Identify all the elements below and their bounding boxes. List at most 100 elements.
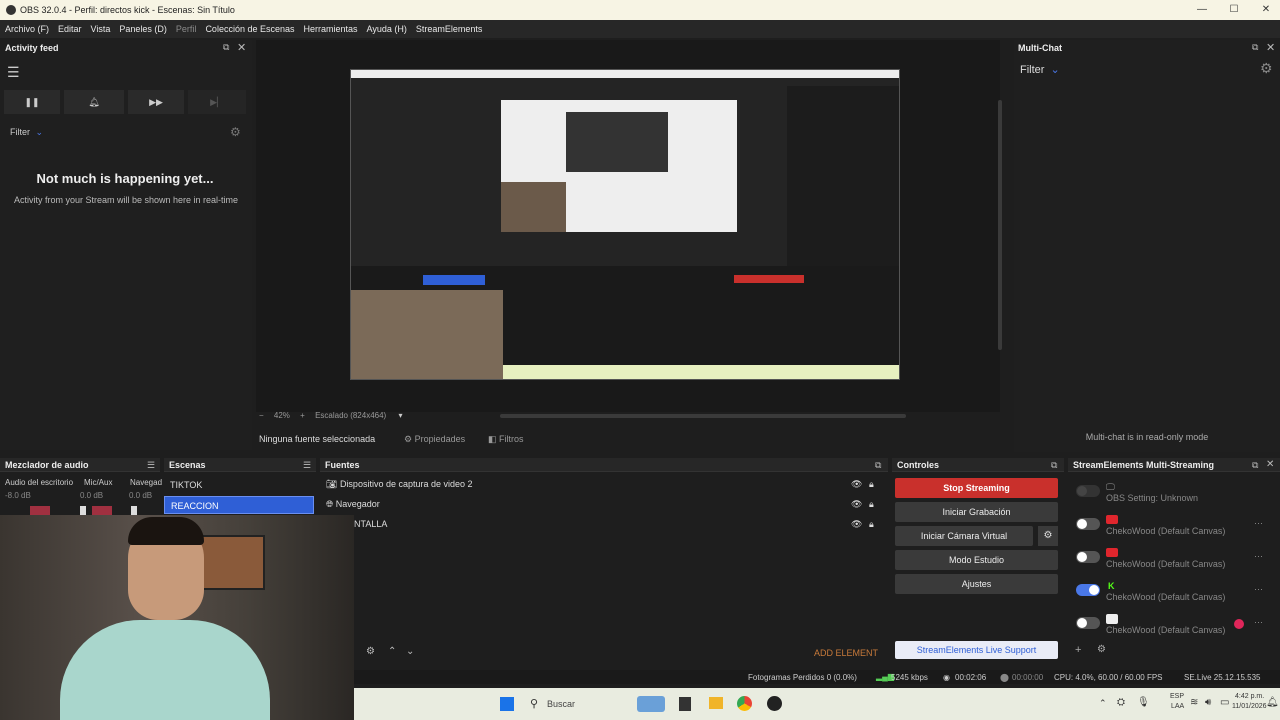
eye-icon[interactable]: 👁︎ bbox=[851, 499, 862, 510]
menu-coleccion[interactable]: Colección de Escenas bbox=[205, 24, 294, 34]
network-icon[interactable]: ⛭ bbox=[1117, 697, 1125, 708]
virtual-camera-button[interactable]: Iniciar Cámara Virtual bbox=[895, 526, 1033, 546]
live-support-button[interactable]: StreamElements Live Support bbox=[895, 641, 1058, 659]
move-up-icon[interactable]: ⌃ bbox=[388, 646, 396, 657]
properties-button[interactable]: ⚙ Propiedades bbox=[404, 434, 465, 445]
studio-mode-button[interactable]: Modo Estudio bbox=[895, 550, 1058, 570]
close-dock-icon[interactable]: ✕ bbox=[1266, 41, 1275, 54]
toggle[interactable] bbox=[1076, 617, 1100, 629]
nested-taskbar bbox=[503, 365, 899, 379]
scene-item-selected[interactable]: REACCION bbox=[164, 496, 314, 514]
pause-icon[interactable]: ❚❚ bbox=[4, 90, 60, 114]
mixer-channel-name: Mic/Aux bbox=[84, 478, 113, 487]
zoom-level: 42% bbox=[273, 411, 290, 420]
float-icon[interactable]: ⧉ bbox=[875, 460, 881, 471]
lang-code[interactable]: ESP bbox=[1170, 693, 1184, 700]
settings-button[interactable]: Ajustes bbox=[895, 574, 1058, 594]
chevron-down-icon[interactable]: ▾ bbox=[398, 411, 402, 420]
menu-herramientas[interactable]: Herramientas bbox=[304, 24, 358, 34]
menu-vista[interactable]: Vista bbox=[91, 24, 111, 34]
add-element-button[interactable]: ADD ELEMENT bbox=[814, 648, 878, 658]
menu-icon[interactable]: ☰ bbox=[147, 460, 155, 471]
menu-icon[interactable]: ☰ bbox=[303, 460, 311, 471]
activity-feed-panel: Activity feed ⧉ ✕ ☰ ❚❚ 🔔︎ ▶▶ ▶▏ Filter ⌄… bbox=[0, 40, 252, 450]
taskview-icon[interactable] bbox=[679, 697, 691, 711]
skip-end-icon[interactable]: ▶▏ bbox=[188, 90, 246, 114]
bell-icon[interactable]: 🔔︎ bbox=[64, 90, 124, 114]
float-icon[interactable]: ⧉ bbox=[1252, 460, 1258, 471]
skip-icon[interactable]: ▶▶ bbox=[128, 90, 184, 114]
more-icon[interactable]: ⋯ bbox=[1254, 617, 1263, 628]
close-icon[interactable]: ✕ bbox=[1250, 0, 1280, 20]
toggle[interactable] bbox=[1076, 485, 1100, 497]
lock-icon[interactable]: 🔒︎ bbox=[869, 499, 874, 510]
float-icon[interactable]: ⧉ bbox=[223, 42, 229, 53]
scene-item[interactable]: TIKTOK bbox=[164, 476, 314, 494]
camera-icon: 📷︎ bbox=[326, 479, 340, 489]
float-icon[interactable]: ⧉ bbox=[1051, 460, 1057, 471]
float-icon[interactable]: ⧉ bbox=[1252, 42, 1258, 53]
move-down-icon[interactable]: ⌄ bbox=[406, 646, 414, 657]
toggle[interactable] bbox=[1076, 518, 1100, 530]
title-bar: OBS 32.0.4 - Perfil: directos kick - Esc… bbox=[0, 0, 1280, 20]
stop-streaming-button[interactable]: Stop Streaming bbox=[895, 478, 1058, 498]
zoom-in-icon[interactable]: + bbox=[300, 411, 305, 420]
vertical-scrollbar[interactable] bbox=[998, 100, 1002, 350]
source-item[interactable]: 📷︎ Dispositivo de captura de video 2 bbox=[326, 479, 473, 490]
clock-time[interactable]: 4:42 p.m. bbox=[1235, 693, 1264, 700]
more-icon[interactable]: ⋯ bbox=[1254, 518, 1263, 529]
mic-icon[interactable]: 🎙︎ bbox=[1137, 697, 1150, 708]
gear-icon[interactable]: ⚙ bbox=[1260, 60, 1273, 77]
clock-date[interactable]: 11/01/2026 bbox=[1232, 703, 1267, 710]
filter-dropdown[interactable]: Filter ⌄ bbox=[1020, 63, 1060, 76]
folder-icon[interactable] bbox=[709, 697, 723, 709]
menu-editar[interactable]: Editar bbox=[58, 24, 82, 34]
scale-label[interactable]: Escalado (824x464) bbox=[315, 411, 386, 420]
mixer-body: Audio del escritorio Mic/Aux Navegad -8.… bbox=[0, 474, 162, 518]
record-icon: ⬤ bbox=[1000, 673, 1009, 682]
source-item[interactable]: 🌐︎ Navegador bbox=[326, 499, 380, 510]
chrome-icon[interactable] bbox=[737, 696, 752, 711]
bell-icon[interactable]: 🔔︎ bbox=[1266, 697, 1279, 708]
close-dock-icon[interactable]: ✕ bbox=[1266, 459, 1274, 470]
menu-ayuda[interactable]: Ayuda (H) bbox=[367, 24, 407, 34]
gear-icon[interactable]: ⚙ bbox=[230, 125, 241, 139]
toggle[interactable] bbox=[1076, 584, 1100, 596]
more-icon[interactable]: ⋯ bbox=[1254, 584, 1263, 595]
gear-icon[interactable]: ⚙ bbox=[1097, 644, 1106, 655]
eye-icon[interactable]: 👁︎ bbox=[851, 519, 862, 530]
menu-paneles[interactable]: Paneles (D) bbox=[119, 24, 167, 34]
eye-icon[interactable]: 👁︎ bbox=[851, 479, 862, 490]
maximize-icon[interactable]: ☐ bbox=[1218, 0, 1250, 20]
toggle[interactable] bbox=[1076, 551, 1100, 563]
nested-webcam-large bbox=[351, 290, 503, 379]
wifi-icon[interactable]: ≋ bbox=[1190, 697, 1198, 708]
lock-icon[interactable]: 🔒︎ bbox=[869, 479, 874, 490]
obs-icon[interactable] bbox=[767, 696, 782, 711]
gear-icon[interactable]: ⚙ bbox=[366, 646, 375, 657]
gear-icon[interactable]: ⚙ bbox=[1038, 526, 1058, 546]
menu-perfil[interactable]: Perfil bbox=[176, 24, 197, 34]
menu-archivo[interactable]: Archivo (F) bbox=[5, 24, 49, 34]
windows-start-icon[interactable] bbox=[500, 697, 514, 711]
search-box[interactable]: Buscar bbox=[547, 699, 575, 709]
volume-icon[interactable]: 🔊︎ bbox=[1205, 697, 1211, 708]
zoom-out-icon[interactable]: − bbox=[259, 411, 264, 420]
close-dock-icon[interactable]: ✕ bbox=[237, 41, 246, 54]
menu-streamelements[interactable]: StreamElements bbox=[416, 24, 483, 34]
horizontal-scrollbar[interactable] bbox=[500, 414, 906, 418]
widget-icon[interactable] bbox=[637, 696, 665, 712]
minimize-icon[interactable]: — bbox=[1186, 0, 1218, 20]
battery-icon[interactable]: ▭ bbox=[1220, 697, 1229, 708]
more-icon[interactable]: ⋯ bbox=[1254, 551, 1263, 562]
add-icon[interactable]: + bbox=[1075, 644, 1081, 656]
hamburger-icon[interactable]: ☰ bbox=[7, 64, 20, 81]
preview-canvas[interactable] bbox=[350, 69, 900, 380]
search-icon[interactable]: ⚲ bbox=[530, 697, 538, 710]
start-recording-button[interactable]: Iniciar Grabación bbox=[895, 502, 1058, 522]
filter-dropdown[interactable]: Filter ⌄ bbox=[10, 127, 43, 138]
filters-button[interactable]: ◧ Filtros bbox=[488, 434, 524, 445]
source-item[interactable]: NTALLA bbox=[354, 519, 387, 529]
lock-icon[interactable]: 🔒︎ bbox=[869, 519, 874, 530]
chevron-up-icon[interactable]: ⌃ bbox=[1099, 698, 1107, 709]
